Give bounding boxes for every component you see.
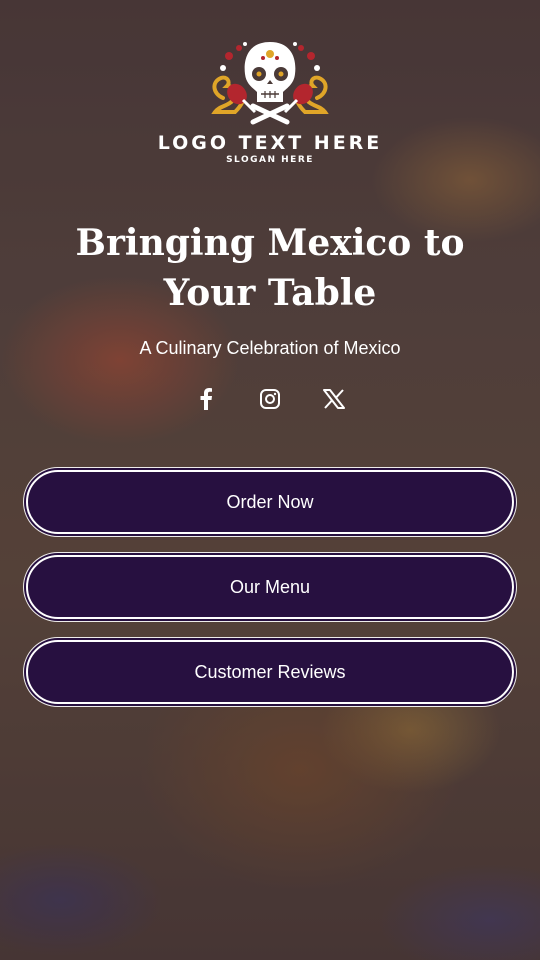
customer-reviews-button[interactable]: Customer Reviews [26,640,514,704]
hero-tagline: A Culinary Celebration of Mexico [139,338,401,358]
facebook-icon[interactable] [194,386,218,412]
brand-logo: LOGO TEXT HERE SLOGAN HERE [0,36,540,165]
our-menu-button[interactable]: Our Menu [26,555,514,619]
link-in-bio-page: LOGO TEXT HERE SLOGAN HERE Bringing Mexi… [0,0,540,960]
our-menu-label: Our Menu [229,576,311,597]
instagram-icon[interactable] [258,386,282,412]
hero-headline: Bringing Mexico to Your Table [75,222,465,314]
sugar-skull-icon [0,36,540,128]
x-icon[interactable] [322,386,346,412]
social-links [0,386,540,412]
order-now-button[interactable]: Order Now [26,470,514,534]
logo-text: LOGO TEXT HERE [157,132,383,154]
customer-reviews-label: Customer Reviews [194,661,346,682]
logo-slogan: SLOGAN HERE [226,155,314,165]
order-now-label: Order Now [226,491,314,512]
